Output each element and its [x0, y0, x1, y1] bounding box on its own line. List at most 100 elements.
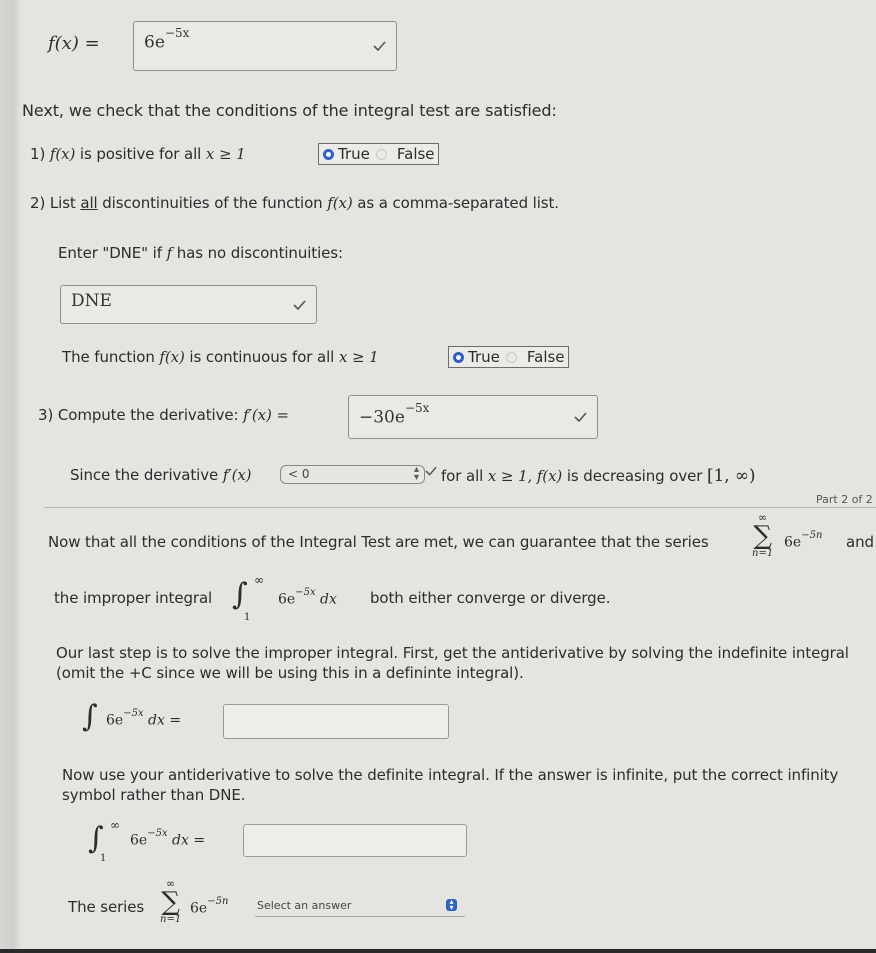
continuity-text-a: The function: [62, 348, 155, 366]
q1-option-true-label[interactable]: True: [338, 145, 370, 163]
decreasing-text-c: is decreasing over: [566, 467, 703, 485]
integrand-dx: dx: [320, 591, 337, 608]
decreasing-interval: [1, ∞): [706, 466, 756, 486]
def-base: 6e: [130, 832, 148, 849]
continuity-option-false-label[interactable]: False: [527, 348, 565, 366]
def-exp: −5x: [147, 828, 168, 839]
checkmark-icon: [293, 299, 306, 310]
continuity-condition: x ≥ 1: [338, 348, 379, 366]
q3-math: f′(x) =: [243, 406, 289, 424]
bottom-edge: [0, 949, 876, 953]
q1-condition: x ≥ 1: [205, 145, 246, 163]
q2-instruction-b: has no discontinuities:: [176, 244, 343, 262]
derivative-sign-value: < 0: [288, 467, 310, 481]
q1-option-false-label[interactable]: False: [397, 145, 435, 163]
derivative-answer-value: −30e−5x: [359, 401, 429, 428]
decreasing-math2: f(x): [536, 467, 563, 485]
updown-chevron-icon[interactable]: ▴ ▾: [446, 898, 457, 912]
q2-statement: 2) List all discontinuities of the funct…: [30, 194, 559, 212]
continuity-radio-false[interactable]: [505, 351, 517, 363]
final-series-exp: −5n: [207, 896, 229, 907]
integral-upper-limit: ∞: [254, 573, 264, 587]
q2-instruction-math: f: [166, 244, 173, 262]
indef-base: 6e: [106, 712, 124, 729]
series-lower-limit: n=1: [752, 548, 774, 559]
answer-base: 6e: [144, 32, 165, 53]
function-answer-value: 6e−5x: [144, 26, 189, 53]
definite-integral-input[interactable]: [243, 824, 467, 857]
definite-lower-limit: 1: [100, 853, 107, 864]
final-series-sigma: ∞ ∑ n=1: [160, 878, 181, 925]
decreasing-text-b: for all: [441, 467, 484, 485]
definite-line1: Now use your antiderivative to solve the…: [62, 766, 839, 784]
indefinite-integral-sign: ∫: [82, 699, 98, 734]
last-step-line2: (omit the +C since we will be using this…: [56, 664, 524, 682]
series-term: 6e−5n: [784, 530, 822, 551]
q3-statement: 3) Compute the derivative: f′(x) =: [38, 406, 289, 424]
definite-line2: symbol rather than DNE.: [62, 786, 246, 804]
q1-statement: 1) f(x) is positive for all x ≥ 1: [30, 145, 246, 163]
definite-integral-sign: ∫: [88, 821, 104, 856]
q2-math: f(x): [327, 194, 353, 212]
part2-conditions-text: Now that all the conditions of the Integ…: [48, 533, 709, 551]
q2-text-b: as a comma-separated list.: [357, 194, 559, 212]
answer-exp: −5x: [404, 401, 430, 415]
checkmark-icon: [425, 466, 437, 476]
indefinite-integrand: 6e−5x dx =: [106, 708, 181, 729]
indef-exp: −5x: [123, 708, 144, 719]
and-text: and: [846, 533, 874, 551]
function-label-text: f(x) =: [48, 33, 100, 54]
function-label: f(x) =: [48, 33, 100, 54]
q2-instruction: Enter "DNE" if f has no discontinuities:: [58, 244, 343, 262]
continuity-text-b: is continuous for all: [189, 348, 335, 366]
checkmark-icon: [574, 412, 587, 422]
both-converge-text: both either converge or diverge.: [370, 589, 611, 607]
series-sigma: ∞ ∑ n=1: [752, 512, 773, 559]
checkmark-icon: [373, 41, 386, 51]
continuity-option-true-label[interactable]: True: [468, 348, 500, 366]
discontinuities-answer-field[interactable]: DNE: [60, 285, 317, 324]
integrand-base: 6e: [278, 591, 296, 608]
q1-radio-true[interactable]: [323, 148, 334, 160]
sigma-symbol: ∑: [753, 521, 772, 551]
part-label: Part 2 of 2: [816, 493, 873, 506]
antiderivative-input[interactable]: [223, 704, 449, 739]
q1-radio-group: True False: [318, 143, 439, 165]
def-dx: dx =: [172, 832, 206, 849]
decreasing-text-a: Since the derivative: [70, 466, 219, 484]
q2-instruction-a: Enter "DNE" if: [58, 244, 162, 262]
integral-lower-limit: 1: [244, 612, 251, 623]
sigma-symbol: ∑: [161, 887, 180, 917]
q2-text-a: discontinuities of the function: [102, 194, 323, 212]
answer-exp: −5x: [164, 26, 190, 40]
integral-sign: ∫: [232, 577, 248, 612]
q1-radio-false[interactable]: [375, 148, 387, 160]
decreasing-text-a-wrap: Since the derivative f′(x): [70, 466, 252, 484]
q2-emphasis: all: [80, 194, 98, 212]
convergence-select[interactable]: Select an answer ▴ ▾: [255, 896, 465, 917]
answer-base: −30e: [359, 407, 405, 428]
decreasing-text-b-wrap: for all x ≥ 1, f(x) is decreasing over […: [441, 466, 756, 486]
derivative-answer-field[interactable]: −30e−5x: [348, 395, 598, 439]
decreasing-condition: x ≥ 1,: [487, 467, 533, 485]
continuity-math: f(x): [159, 348, 185, 366]
function-answer-field[interactable]: 6e−5x: [133, 21, 397, 71]
definite-upper-limit: ∞: [110, 818, 120, 832]
convergence-select-placeholder: Select an answer: [257, 899, 352, 912]
derivative-sign-select[interactable]: < 0 ▴ ▾: [280, 465, 425, 484]
integral-integrand: 6e−5x dx: [278, 587, 337, 608]
continuity-radio-group: True False: [448, 346, 569, 368]
last-step-line1: Our last step is to solve the improper i…: [56, 644, 849, 662]
continuity-radio-true[interactable]: [453, 351, 464, 363]
discontinuities-answer-value: DNE: [71, 291, 112, 311]
part-divider: [44, 507, 876, 508]
left-edge-strip: [0, 0, 22, 953]
integrand-exp: −5x: [295, 587, 316, 598]
improper-integral-label: the improper integral: [54, 589, 213, 607]
decreasing-math: f′(x): [222, 466, 252, 484]
final-series-term: 6e−5n: [190, 896, 229, 917]
series-label: The series: [68, 898, 145, 916]
final-series-lower: n=1: [160, 914, 182, 925]
definite-integrand: 6e−5x dx =: [130, 828, 206, 849]
q3-label: 3) Compute the derivative:: [38, 406, 239, 424]
